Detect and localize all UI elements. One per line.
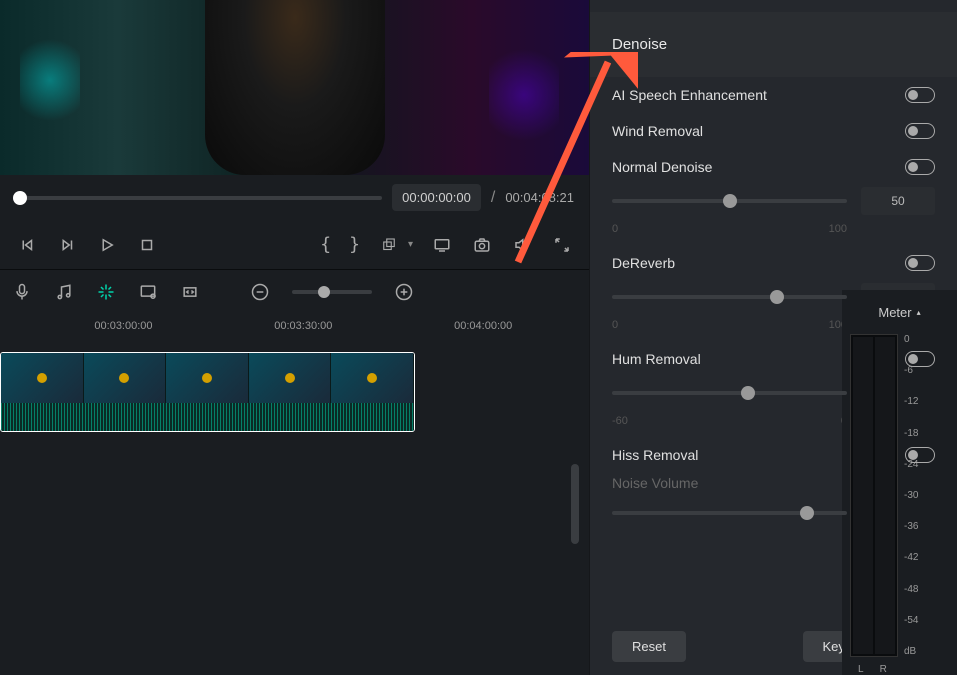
fit-icon[interactable] <box>180 282 200 302</box>
preview-toggle-icon[interactable] <box>138 282 158 302</box>
duration: 00:04:08:21 <box>505 190 574 205</box>
timeline-toolbar <box>0 270 589 314</box>
preview-subject <box>205 0 385 175</box>
clip-thumbnail <box>331 353 414 403</box>
fullscreen-button[interactable] <box>551 234 573 256</box>
stop-button[interactable] <box>136 234 158 256</box>
hiss-removal-slider[interactable] <box>612 511 847 515</box>
meter-bar-r <box>875 337 895 654</box>
slider-handle[interactable] <box>723 194 737 208</box>
panel-title: Denoise <box>612 36 667 53</box>
timeline-scrollbar[interactable] <box>571 464 579 544</box>
hiss-removal-toggle[interactable] <box>905 447 935 463</box>
zoom-in-button[interactable] <box>394 282 414 302</box>
slider-handle[interactable] <box>741 386 755 400</box>
ruler-mark: 00:04:00:00 <box>454 320 512 332</box>
normal-denoise-toggle[interactable] <box>905 159 935 175</box>
slider-handle[interactable] <box>800 506 814 520</box>
ruler-mark: 00:03:30:00 <box>274 320 332 332</box>
mark-in-button[interactable]: { <box>320 234 331 255</box>
hum-removal-label: Hum Removal <box>612 351 701 367</box>
meter-label: Meter <box>878 305 911 320</box>
meter-toggle[interactable]: Meter ▴ <box>842 290 957 334</box>
normal-denoise-slider[interactable] <box>612 199 847 203</box>
meter-panel: Meter ▴ 0 -6 -12 -18 -24 -30 -36 -42 -48… <box>842 290 957 675</box>
timeline[interactable]: 00:03:00:00 00:03:30:00 00:04:00:00 <box>0 314 589 675</box>
arrow-up-icon: ▴ <box>917 308 921 317</box>
timeline-ruler[interactable]: 00:03:00:00 00:03:30:00 00:04:00:00 <box>0 314 589 344</box>
display-button[interactable] <box>431 234 453 256</box>
dereverb-slider[interactable] <box>612 295 847 299</box>
crop-button[interactable] <box>378 234 400 256</box>
zoom-slider[interactable] <box>292 290 372 294</box>
hum-removal-toggle[interactable] <box>905 351 935 367</box>
ai-speech-toggle[interactable] <box>905 87 935 103</box>
preview-glow <box>489 40 559 150</box>
ruler-mark: 00:03:00:00 <box>94 320 152 332</box>
hiss-removal-label: Hiss Removal <box>612 447 698 463</box>
current-time[interactable]: 00:00:00:00 <box>392 184 481 211</box>
ai-speech-label: AI Speech Enhancement <box>612 87 767 103</box>
scrub-head[interactable] <box>13 191 27 205</box>
video-preview <box>0 0 589 175</box>
noise-volume-label: Noise Volume <box>612 475 698 491</box>
mark-out-button[interactable]: } <box>349 234 360 255</box>
snapshot-button[interactable] <box>471 234 493 256</box>
chevron-down-icon[interactable]: ▾ <box>408 239 413 250</box>
clip[interactable] <box>0 352 415 432</box>
clip-thumbnail <box>166 353 249 403</box>
scrub-track[interactable] <box>20 196 382 200</box>
enhance-icon[interactable] <box>96 282 116 302</box>
panel-header[interactable]: Denoise <box>590 12 957 77</box>
preview-scene <box>0 0 589 175</box>
normal-denoise-value[interactable]: 50 <box>861 187 935 215</box>
reset-button[interactable]: Reset <box>612 631 686 662</box>
meter-bars <box>850 334 898 657</box>
zoom-out-button[interactable] <box>250 282 270 302</box>
volume-button[interactable] <box>511 234 533 256</box>
time-separator: / <box>491 189 495 207</box>
meter-scale: 0 -6 -12 -18 -24 -30 -36 -42 -48 -54 dB <box>898 334 949 657</box>
dereverb-toggle[interactable] <box>905 255 935 271</box>
meter-lr-labels: L R <box>842 662 957 675</box>
transport-controls: { } ▾ <box>0 220 589 270</box>
wind-removal-label: Wind Removal <box>612 123 703 139</box>
meter-bar-l <box>853 337 873 654</box>
wind-removal-toggle[interactable] <box>905 123 935 139</box>
normal-denoise-label: Normal Denoise <box>612 159 712 175</box>
zoom-handle[interactable] <box>318 286 330 298</box>
play-button[interactable] <box>96 234 118 256</box>
playback-bar: 00:00:00:00 / 00:04:08:21 <box>0 175 589 220</box>
waveform <box>1 403 414 432</box>
step-forward-button[interactable] <box>56 234 78 256</box>
slider-handle[interactable] <box>770 290 784 304</box>
clip-audio-track[interactable] <box>1 403 414 432</box>
dereverb-label: DeReverb <box>612 255 675 271</box>
clip-thumbnail <box>84 353 167 403</box>
clip-video-track[interactable] <box>1 353 414 403</box>
clip-thumbnail <box>249 353 332 403</box>
music-icon[interactable] <box>54 282 74 302</box>
preview-glow <box>20 30 80 130</box>
mic-icon[interactable] <box>12 282 32 302</box>
clip-thumbnail <box>1 353 84 403</box>
hum-removal-slider[interactable] <box>612 391 847 395</box>
prev-frame-button[interactable] <box>16 234 38 256</box>
